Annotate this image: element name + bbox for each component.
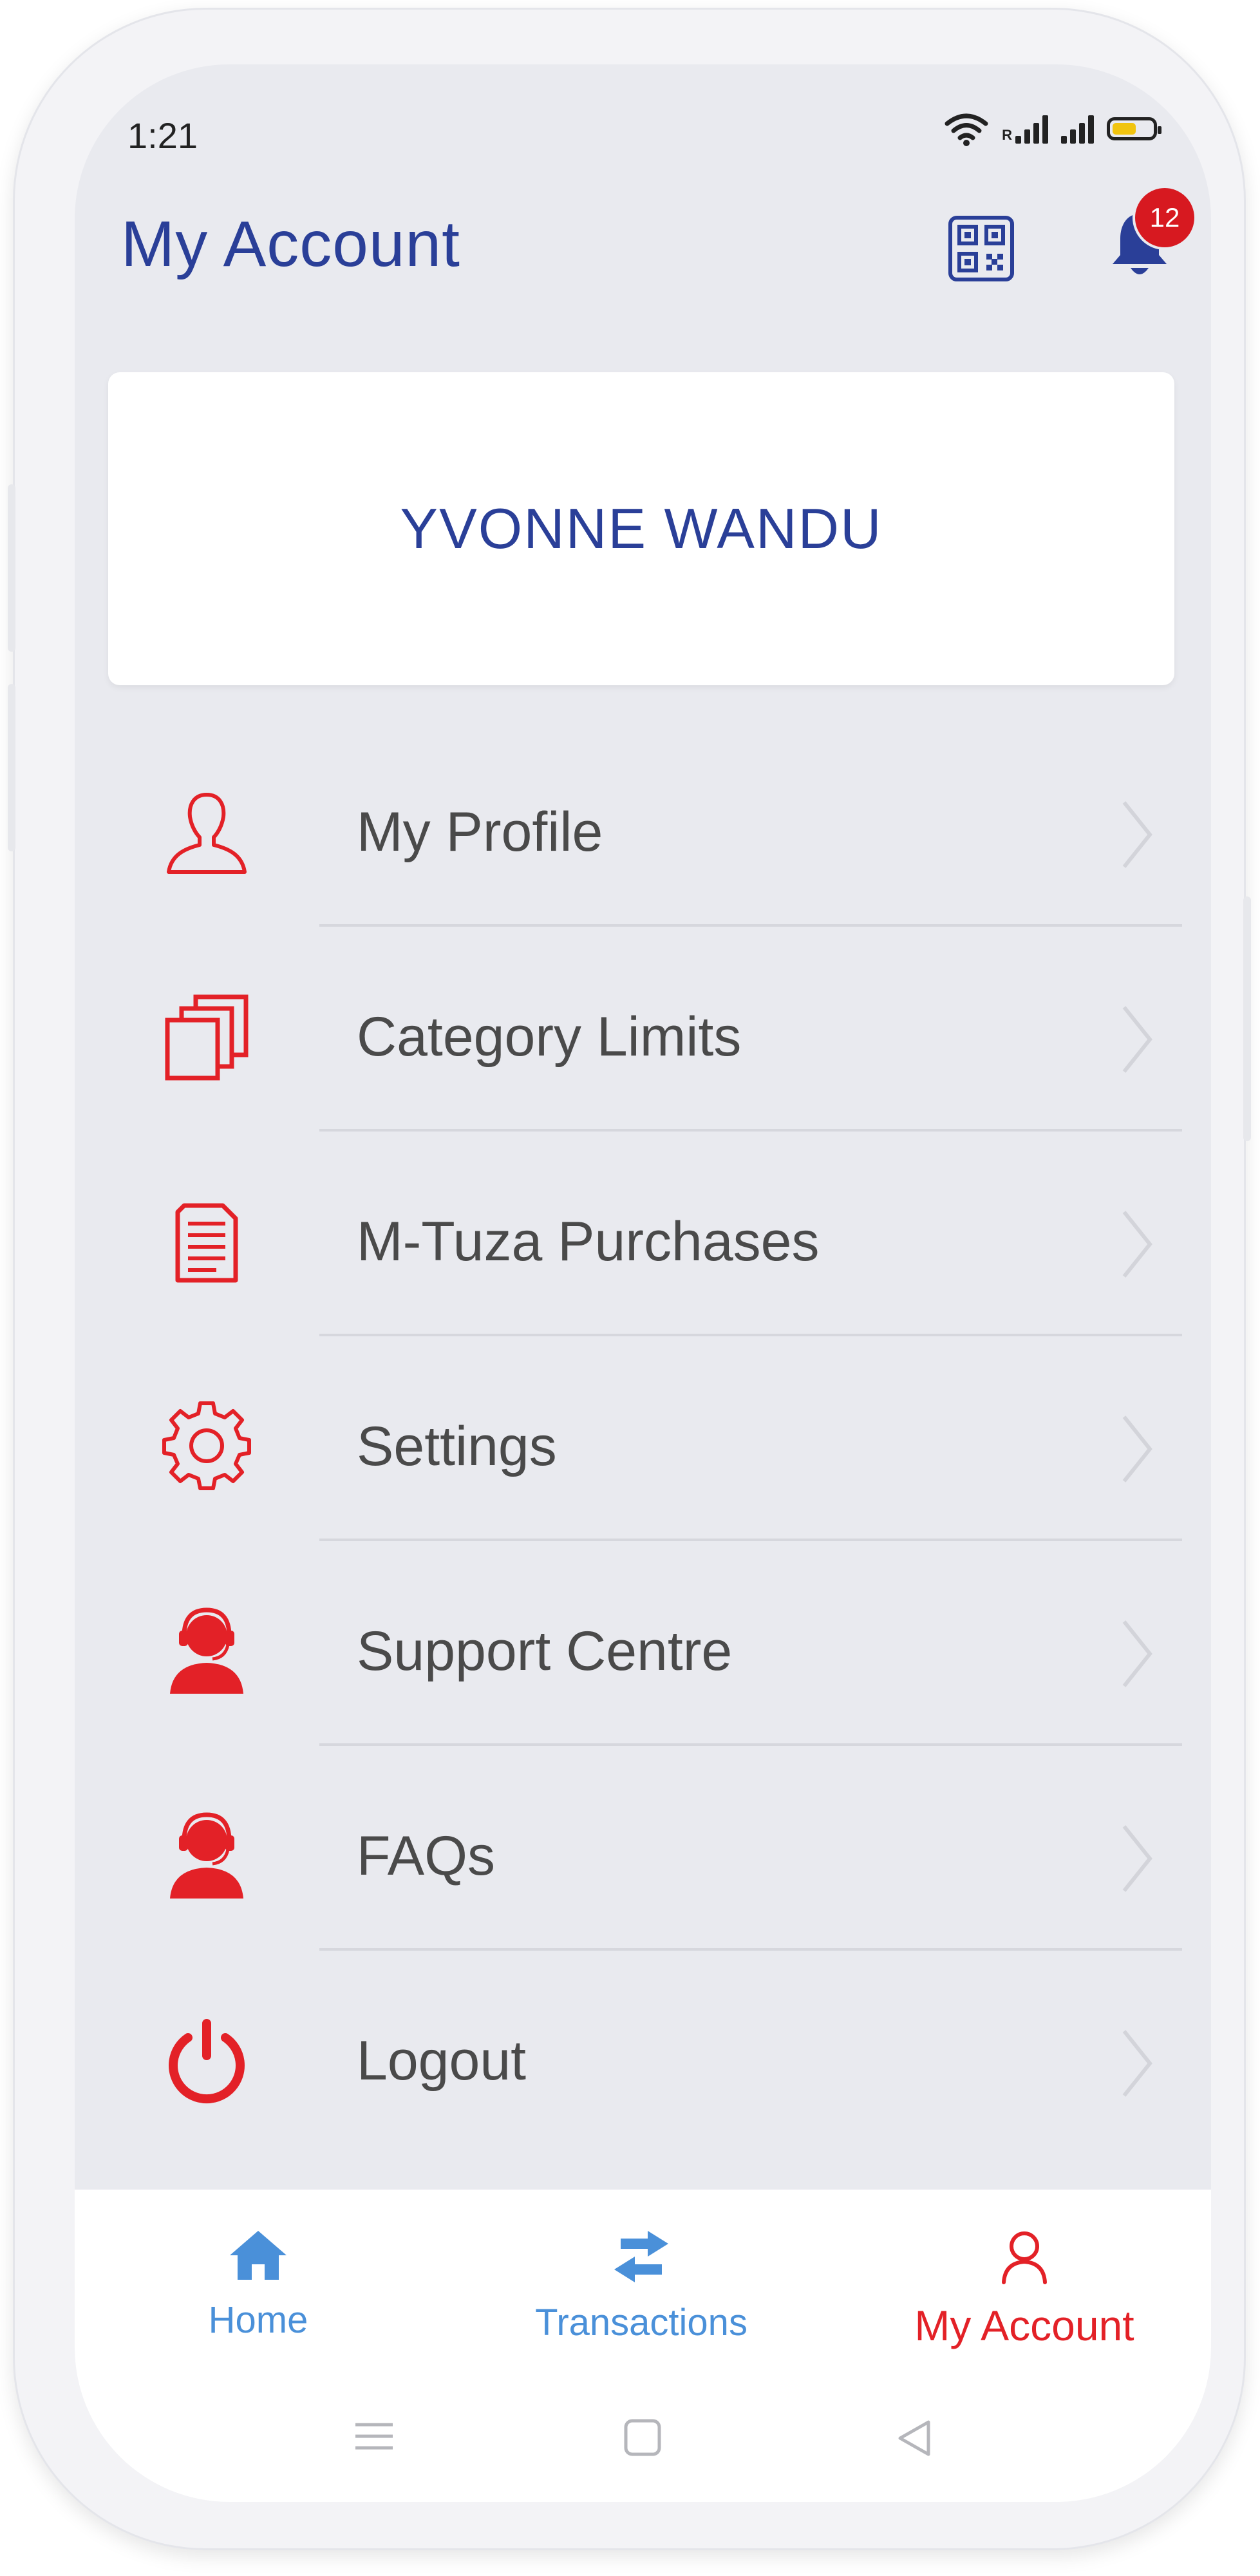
menu-item-category-limits[interactable]: Category Limits	[75, 927, 1211, 1132]
chevron-right-icon	[1122, 1416, 1152, 1482]
chevron-right-icon	[1122, 1006, 1152, 1073]
volume-button	[8, 684, 15, 851]
swap-arrows-icon	[614, 2231, 668, 2282]
status-icons: R	[944, 111, 1161, 147]
chevron-right-icon	[1122, 1211, 1152, 1278]
stacked-cards-icon	[165, 994, 249, 1081]
menu-item-label: Support Centre	[357, 1620, 733, 1682]
tab-label: Home	[208, 2299, 308, 2341]
chevron-right-icon	[1122, 2030, 1152, 2097]
chevron-right-icon	[1122, 801, 1152, 868]
phone-frame: 1:21 R My Account 12 YVONNE WANDU My Pro…	[8, 8, 1251, 2550]
menu-item-label: M-Tuza Purchases	[357, 1211, 820, 1273]
menu-item-label: Category Limits	[357, 1006, 742, 1068]
gear-icon	[162, 1401, 251, 1490]
profile-name: YVONNE WANDU	[400, 497, 883, 560]
cellular-signal-icon	[1061, 114, 1094, 144]
battery-icon	[1107, 117, 1161, 140]
tab-my-account[interactable]: My Account	[863, 2228, 1185, 2350]
document-icon	[175, 1203, 238, 1283]
power-button	[1243, 896, 1251, 1141]
menu-item-label: Settings	[357, 1416, 557, 1477]
chevron-right-icon	[1122, 1825, 1152, 1892]
person-outline-icon	[1002, 2231, 1047, 2284]
menu-item-faqs[interactable]: FAQs	[75, 1746, 1211, 1951]
menu-item-m-tuza-purchases[interactable]: M-Tuza Purchases	[75, 1132, 1211, 1336]
tab-label: My Account	[914, 2302, 1134, 2349]
notification-badge: 12	[1133, 185, 1197, 250]
home-square-icon[interactable]	[622, 2418, 663, 2457]
back-triangle-icon[interactable]	[894, 2418, 935, 2458]
account-menu: My Profile Category Limits M-Tuza Purcha…	[75, 722, 1211, 2155]
person-outline-icon	[167, 793, 247, 874]
volume-button	[8, 484, 15, 652]
home-icon	[230, 2231, 287, 2280]
menu-item-label: Logout	[357, 2030, 527, 2092]
support-agent-icon	[170, 1812, 243, 1899]
support-agent-icon	[170, 1607, 243, 1694]
menu-icon[interactable]	[353, 2418, 395, 2454]
roaming-indicator: R	[1002, 127, 1012, 143]
menu-item-label: My Profile	[357, 801, 603, 863]
cellular-signal-icon: R	[1002, 114, 1048, 144]
tab-label: Transactions	[535, 2302, 748, 2344]
profile-name-card: YVONNE WANDU	[108, 372, 1174, 685]
menu-item-my-profile[interactable]: My Profile	[75, 722, 1211, 927]
page-title: My Account	[121, 208, 460, 280]
status-time: 1:21	[127, 115, 198, 156]
wifi-icon	[945, 113, 988, 146]
qr-code-icon[interactable]	[946, 214, 1016, 283]
menu-item-settings[interactable]: Settings	[75, 1336, 1211, 1541]
bottom-navigation: Home Transactions My Account	[75, 2190, 1211, 2502]
tab-home[interactable]: Home	[97, 2228, 419, 2342]
app-screen: 1:21 R My Account 12 YVONNE WANDU My Pro…	[75, 64, 1211, 2502]
menu-item-support-centre[interactable]: Support Centre	[75, 1541, 1211, 1746]
chevron-right-icon	[1122, 1620, 1152, 1687]
tab-transactions[interactable]: Transactions	[480, 2228, 802, 2344]
menu-item-label: FAQs	[357, 1825, 496, 1887]
power-icon	[169, 2019, 245, 2104]
menu-item-logout[interactable]: Logout	[75, 1951, 1211, 2155]
